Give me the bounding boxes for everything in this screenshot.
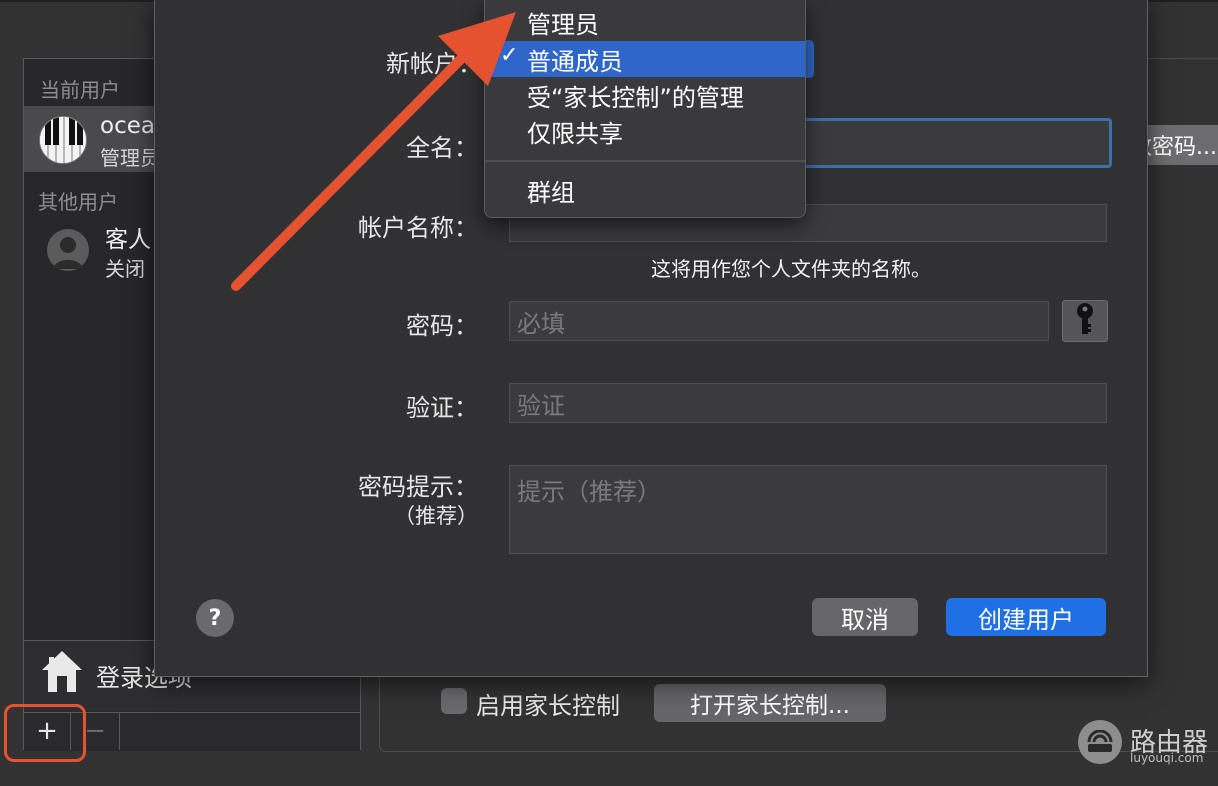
- annotation-arrow-icon: [231, 12, 516, 291]
- router-logo-icon: [1078, 720, 1122, 764]
- watermark-url: luyouqi.com: [1130, 751, 1204, 765]
